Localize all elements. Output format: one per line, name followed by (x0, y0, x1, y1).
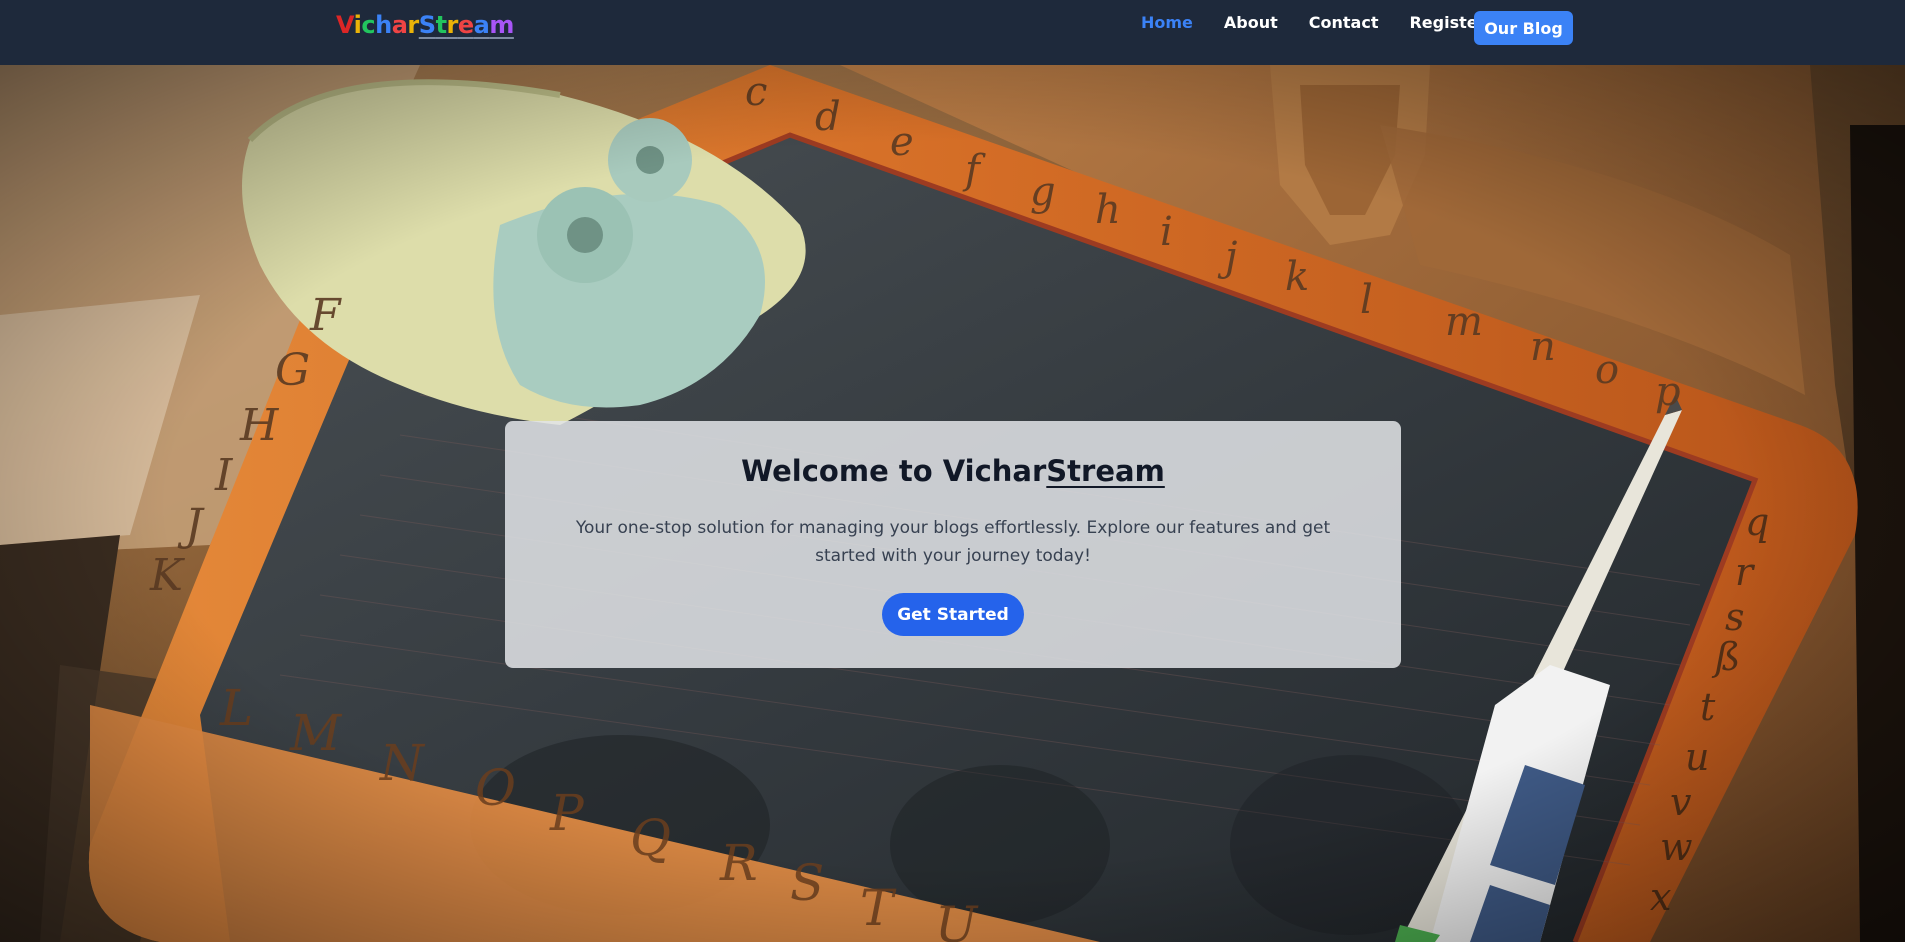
brand-logo-letter: a (473, 11, 490, 39)
get-started-button[interactable]: Get Started (882, 593, 1024, 636)
brand-logo-letter: e (457, 11, 474, 39)
hero-title-underlined: Stream (1046, 454, 1165, 488)
brand-logo-letter: V (336, 11, 354, 39)
our-blog-button[interactable]: Our Blog (1474, 11, 1573, 45)
hero-description: Your one-stop solution for managing your… (575, 518, 1331, 566)
brand-logo-letter: c (361, 11, 376, 39)
brand-logo-letter: r (446, 11, 459, 39)
nav-link-about[interactable]: About (1224, 13, 1278, 33)
hero-title: Welcome to VicharStream (505, 453, 1401, 489)
brand-logo-letter: a (391, 11, 408, 39)
brand-logo-letter: r (407, 11, 419, 39)
brand-logo-part2: Stream (418, 11, 515, 39)
brand-logo-letter: S (418, 11, 436, 39)
brand-logo-part1: Vichar (336, 11, 419, 39)
brand-logo-letter: t (435, 11, 447, 39)
navbar: VicharStream Home About Contact Register… (0, 0, 1905, 65)
nav-link-contact[interactable]: Contact (1309, 13, 1379, 33)
welcome-card: Welcome to VicharStream Your one-stop so… (505, 421, 1401, 668)
hero-title-prefix: Welcome to Vichar (741, 454, 1047, 488)
brand-logo[interactable]: VicharStream (336, 10, 514, 40)
brand-logo-letter: m (489, 11, 514, 39)
brand-logo-letter: h (375, 11, 392, 39)
nav-link-home[interactable]: Home (1141, 13, 1193, 33)
nav-links: Home About Contact Register (1141, 13, 1517, 33)
